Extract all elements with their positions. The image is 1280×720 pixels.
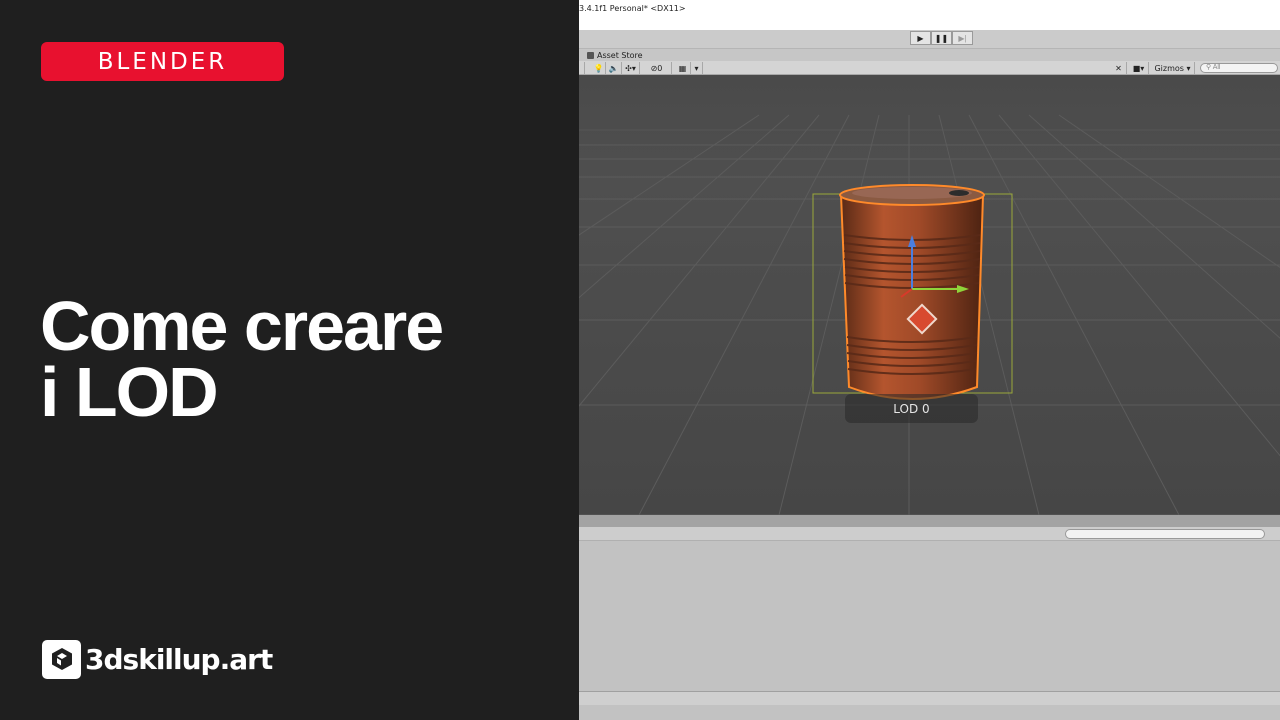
camera-icon[interactable]: ■▾ — [1129, 62, 1149, 74]
chevron-down-icon: ▾ — [1183, 63, 1191, 73]
bottom-panel-header — [579, 527, 1280, 541]
headline-line-1: Come creare — [40, 287, 444, 365]
brand: 3dskillup.art — [42, 639, 273, 679]
gizmos-dropdown[interactable]: Gizmos ▾ — [1151, 62, 1195, 74]
headline-line-2: i LOD — [40, 353, 219, 431]
promo-panel: BLENDER Come creare i LOD 3dskillup.art — [0, 0, 579, 720]
cube-icon — [42, 639, 81, 679]
lighting-icon[interactable]: 💡 — [592, 62, 606, 74]
title-bar: 3.4.1f1 Personal* <DX11> — [579, 0, 1280, 30]
bottom-panel — [579, 541, 1280, 691]
bottom-footer — [579, 705, 1280, 720]
brand-name: 3dskillup.art — [85, 642, 273, 676]
audio-icon[interactable]: 🔈 — [606, 62, 622, 74]
bottom-status-strip — [579, 691, 1280, 705]
barrel-mesh[interactable] — [839, 184, 985, 400]
asset-store-icon — [587, 51, 594, 59]
bottom-search-input[interactable] — [1065, 529, 1265, 539]
category-badge: BLENDER — [41, 42, 284, 81]
window-title: 3.4.1f1 Personal* <DX11> — [579, 4, 686, 13]
search-placeholder: All — [1212, 64, 1221, 71]
scene-search-input[interactable]: ⚲ All — [1200, 63, 1278, 73]
search-icon: ⚲ — [1206, 64, 1213, 71]
step-icon[interactable]: ▶| — [952, 31, 973, 45]
tools-icon[interactable]: ✕ — [1111, 62, 1127, 74]
hidden-count: 0 — [657, 63, 663, 73]
effects-icon[interactable]: ✣▾ — [622, 62, 640, 74]
play-controls: ▶ ❚❚ ▶| — [910, 31, 973, 45]
hidden-objects-toggle[interactable]: ⊘ 0 — [642, 62, 672, 74]
grid-icon[interactable]: ▦ — [675, 62, 691, 74]
tab-asset-store[interactable]: Asset Store — [587, 49, 643, 61]
tab-label: Asset Store — [597, 50, 643, 60]
panel-divider[interactable] — [579, 515, 1280, 527]
chevron-down-icon[interactable]: ▾ — [691, 62, 703, 74]
play-icon[interactable]: ▶ — [910, 31, 931, 45]
scene-canvas — [579, 75, 1280, 515]
pause-icon[interactable]: ❚❚ — [931, 31, 952, 45]
lod-indicator: LOD 0 — [845, 394, 978, 423]
scene-toolbar: 💡 🔈 ✣▾ ⊘ 0 ▦ ▾ ✕ ■▾ Gizmos ▾ ⚲ All — [579, 61, 1280, 75]
visibility-icon: ⊘ — [650, 63, 658, 73]
editor-window: 3.4.1f1 Personal* <DX11> ▶ ❚❚ ▶| Asset S… — [579, 0, 1280, 720]
headline: Come creare i LOD — [40, 287, 560, 431]
tab-row: Asset Store — [579, 49, 1280, 61]
gizmos-label: Gizmos — [1154, 63, 1184, 73]
main-toolbar: ▶ ❚❚ ▶| — [579, 30, 1280, 49]
toolbar-edge — [579, 62, 585, 74]
scene-viewport[interactable]: LOD 0 — [579, 75, 1280, 515]
